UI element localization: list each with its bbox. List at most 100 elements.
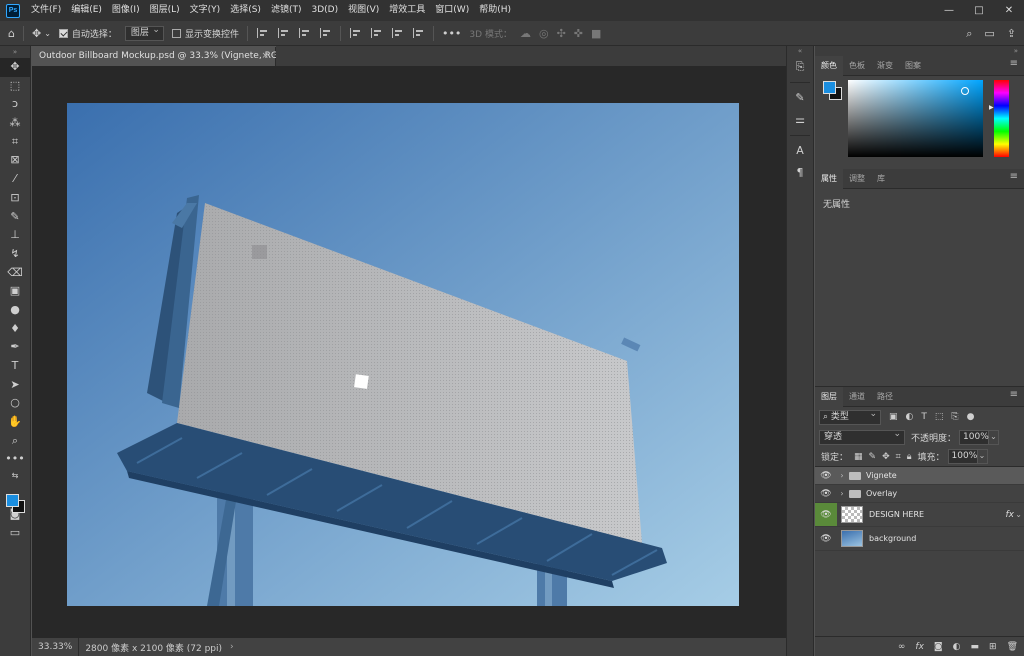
tab-libraries[interactable]: 库 [871,169,891,189]
move-tool-icon[interactable]: ✥ [0,58,30,77]
tab-channels[interactable]: 通道 [843,387,871,407]
crop-tool-icon[interactable]: ⌗ [0,133,30,152]
3d-slide-icon[interactable]: ✜ [574,27,583,40]
menu-3d[interactable]: 3D(D) [306,0,343,21]
trash-icon[interactable]: 🗑︎ [1007,642,1018,652]
saturation-value-field[interactable] [848,80,983,157]
auto-select-checkbox[interactable] [58,28,68,38]
picker-foreground-swatch[interactable] [823,81,836,94]
status-menu-arrow[interactable]: › [230,642,234,652]
character-panel-icon[interactable]: A [787,140,813,162]
eye-icon[interactable]: 👁︎ [815,489,837,499]
hand-tool-icon[interactable]: ✋ [0,413,30,432]
add-mask-icon[interactable]: ◙ [934,642,943,652]
adjustment-layer-icon[interactable]: ◐ [953,642,961,652]
zoom-level[interactable]: 33.33% [32,638,80,656]
tab-properties[interactable]: 属性 [815,168,843,189]
menu-help[interactable]: 帮助(H) [474,0,516,21]
align-right-icon[interactable] [298,28,311,38]
align-left-icon[interactable] [256,28,269,38]
menu-type[interactable]: 文字(Y) [185,0,226,21]
dock-collapse-icon[interactable]: « [787,46,813,56]
filter-toggle-icon[interactable]: ● [967,412,975,422]
minimize-button[interactable]: — [934,0,964,21]
blend-mode-dropdown[interactable]: 穿透 [819,428,905,445]
screen-mode-icon[interactable]: ▭ [0,524,30,543]
gradient-tool-icon[interactable]: ▣ [0,282,30,301]
dodge-tool-icon[interactable]: ♦ [0,320,30,339]
adjustment-filter-icon[interactable]: ◐ [906,412,914,422]
opacity-input[interactable]: 100% [959,429,990,445]
layer-kind-filter[interactable]: ⌕ 类型 [819,408,881,425]
lock-artboard-icon[interactable]: ⌗ [896,452,901,462]
workspace-icon[interactable]: ▭ [984,27,994,40]
pixel-filter-icon[interactable]: ▣ [889,412,898,422]
type-filter-icon[interactable]: T [921,412,927,422]
tab-gradients[interactable]: 渐变 [871,56,899,76]
fill-dropdown-icon[interactable]: ⌄ [977,449,988,464]
menu-window[interactable]: 窗口(W) [430,0,474,21]
frame-tool-icon[interactable]: ⊠ [0,151,30,170]
chevron-right-icon[interactable]: › [837,489,847,498]
lock-transparent-icon[interactable]: ▦ [854,452,863,462]
lock-all-icon[interactable]: 🔒︎ [907,452,912,462]
panel-menu-icon[interactable]: ≡ [1010,58,1018,69]
foreground-color-swatch[interactable] [6,494,19,507]
align-center-icon[interactable] [277,28,290,38]
document-canvas[interactable] [67,103,739,606]
layer-row-design-here[interactable]: 👁︎ DESIGN HERE fx ⌄ [815,503,1024,527]
menu-plugins[interactable]: 增效工具 [384,0,430,21]
close-button[interactable]: ✕ [994,0,1024,21]
document-tab[interactable]: Outdoor Billboard Mockup.psd @ 33.3% (Vi… [32,47,296,66]
panel-menu-icon[interactable]: ≡ [1010,171,1018,182]
3d-orbit-icon[interactable]: ☁ [520,27,531,40]
marquee-tool-icon[interactable]: ⬚ [0,77,30,96]
add-style-icon[interactable]: fx [915,642,924,652]
blur-tool-icon[interactable]: ● [0,301,30,320]
layer-row-background[interactable]: 👁︎ background [815,527,1024,551]
menu-select[interactable]: 选择(S) [225,0,266,21]
magic-wand-tool-icon[interactable]: ⁂ [0,114,30,133]
move-tool-icon[interactable]: ✥ [32,27,41,40]
zoom-tool-icon[interactable]: ⌕ [0,432,30,451]
menu-image[interactable]: 图像(I) [107,0,145,21]
swap-colors-icon[interactable]: ⇆ [0,469,30,483]
smart-object-filter-icon[interactable]: ⎘ [951,412,958,422]
chevron-down-icon[interactable]: ⌄ [1015,510,1022,519]
share-icon[interactable]: ⇪ [1007,27,1016,40]
menu-filter[interactable]: 滤镜(T) [266,0,307,21]
panel-menu-icon[interactable]: ≡ [1010,389,1018,400]
paragraph-panel-icon[interactable]: ¶ [787,162,813,184]
chevron-down-icon[interactable]: ⌄ [44,29,51,38]
home-icon[interactable]: ⌂ [8,27,15,40]
eraser-tool-icon[interactable]: ⌫ [0,264,30,283]
ellipse-tool-icon[interactable]: ○ [0,394,30,413]
tab-layers[interactable]: 图层 [815,386,843,407]
pen-tool-icon[interactable]: ✒ [0,338,30,357]
eyedropper-tool-icon[interactable]: ⁄ [0,170,30,189]
history-panel-icon[interactable]: ⎘ [787,56,813,78]
color-cursor[interactable] [961,87,969,95]
eye-icon[interactable]: 👁︎ [815,534,837,544]
fill-input[interactable]: 100% [947,449,978,464]
lock-position-icon[interactable]: ✥ [882,452,890,462]
auto-select-option[interactable]: 自动选择： [58,27,117,40]
brush-settings-icon[interactable]: ✎ [787,87,813,109]
layer-row-overlay[interactable]: 👁︎ › Overlay [815,485,1024,503]
menu-edit[interactable]: 编辑(E) [66,0,107,21]
lock-image-icon[interactable]: ✎ [869,452,877,462]
tab-paths[interactable]: 路径 [871,387,899,407]
lasso-tool-icon[interactable]: ↄ [0,95,30,114]
menu-file[interactable]: 文件(F) [26,0,66,21]
hue-pointer-icon[interactable]: ▶ [989,104,994,111]
hue-slider[interactable] [994,80,1009,157]
path-selection-tool-icon[interactable]: ➤ [0,376,30,395]
align-top-icon[interactable] [349,28,362,38]
tab-swatches[interactable]: 色板 [843,56,871,76]
auto-select-target-dropdown[interactable]: 图层 [124,24,164,41]
3d-drag-icon[interactable]: ✣ [557,27,566,40]
opacity-dropdown-icon[interactable]: ⌄ [989,429,1000,445]
tab-adjustments[interactable]: 调整 [843,169,871,189]
align-middle-icon[interactable] [370,28,383,38]
eye-icon[interactable]: 👁︎ [815,503,837,526]
